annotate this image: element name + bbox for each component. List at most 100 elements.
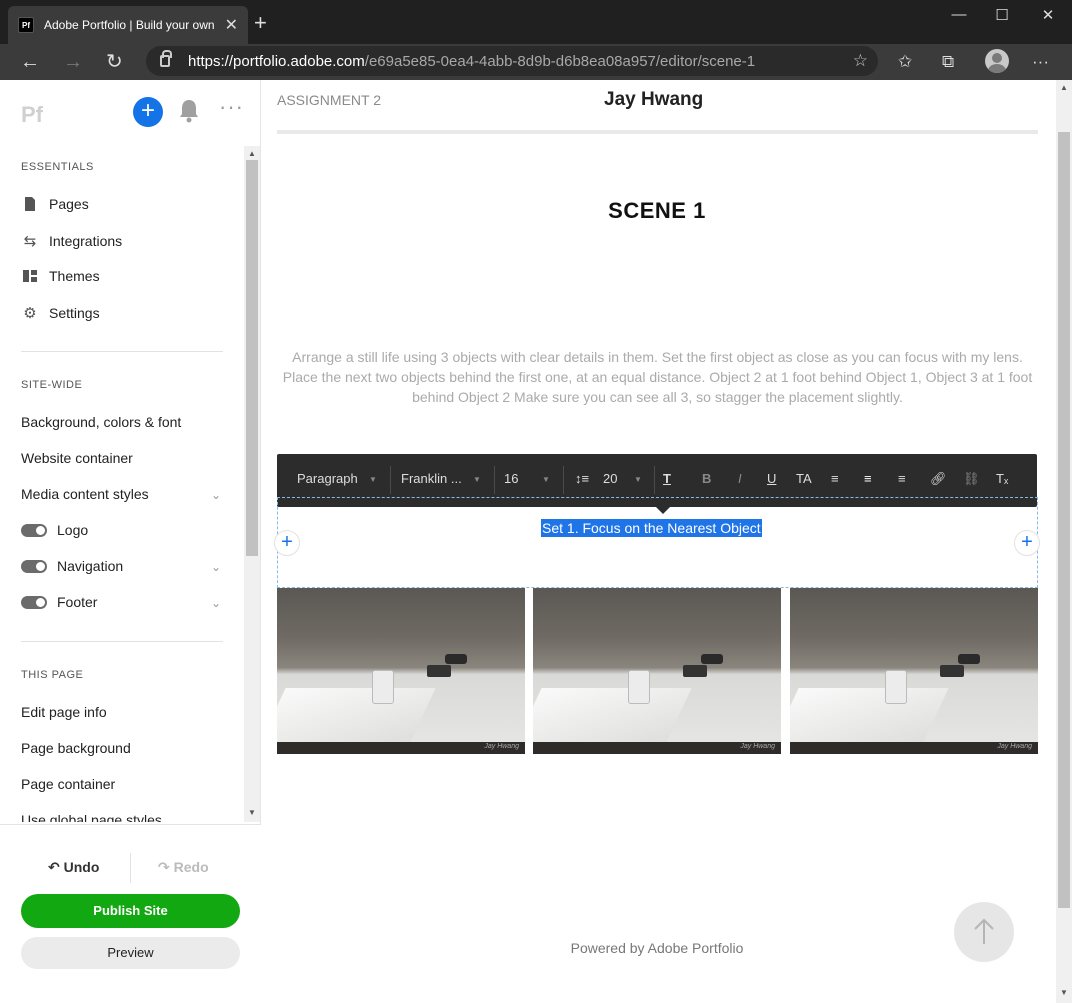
photo-object-3: [445, 654, 467, 664]
photo-object-3: [701, 654, 723, 664]
logo-toggle[interactable]: [21, 523, 47, 537]
new-tab-icon[interactable]: +: [254, 12, 267, 34]
sidebar-item-label: Footer: [57, 594, 98, 610]
scroll-down-icon[interactable]: ▼: [1060, 988, 1068, 997]
close-tab-icon[interactable]: ✕: [225, 15, 238, 35]
underline-icon[interactable]: U: [767, 471, 776, 486]
back-to-top-button[interactable]: [954, 902, 1014, 962]
navigation-toggle[interactable]: [21, 559, 47, 573]
sidebar-item-label: Edit page info: [21, 704, 107, 720]
align-right-icon[interactable]: ≡: [898, 471, 906, 486]
url-bar[interactable]: https://portfolio.adobe.com/e69a5e85-0ea…: [146, 46, 878, 76]
page-scrollbar-thumb[interactable]: [1058, 132, 1070, 908]
refresh-icon[interactable]: ↻: [106, 50, 123, 74]
site-title[interactable]: Jay Hwang: [604, 89, 703, 111]
gallery-photo-1[interactable]: Jay Hwang: [277, 588, 525, 754]
sidebar-item-settings[interactable]: ⚙ Settings: [21, 304, 99, 322]
photo-signature: Jay Hwang: [997, 743, 1032, 750]
sidebar-item-integrations[interactable]: ⇆ Integrations: [21, 232, 122, 250]
scroll-down-icon[interactable]: ▼: [248, 808, 256, 817]
undo-label: Undo: [63, 859, 100, 875]
sidebar-item-navigation[interactable]: Navigation: [21, 558, 123, 574]
photo-object-2: [427, 665, 451, 677]
footer-toggle[interactable]: [21, 595, 47, 609]
publish-site-button[interactable]: Publish Site: [21, 894, 240, 928]
gear-icon: ⚙: [23, 305, 37, 322]
preview-button[interactable]: Preview: [21, 937, 240, 969]
text-block-selection-outline: [277, 497, 1038, 588]
italic-icon[interactable]: I: [738, 471, 742, 486]
sidebar-item-page-container[interactable]: Page container: [21, 776, 115, 792]
selected-text-block[interactable]: Set 1. Focus on the Nearest Object: [541, 519, 762, 537]
close-window-icon[interactable]: ✕: [1025, 6, 1071, 24]
scroll-up-icon[interactable]: ▲: [248, 149, 256, 158]
minimize-icon[interactable]: —: [936, 6, 982, 23]
section-label-site-wide: SITE-WIDE: [21, 379, 83, 391]
sidebar-item-themes[interactable]: Themes: [21, 268, 100, 284]
toolbar-separator: [563, 466, 564, 494]
sidebar-item-use-global-page-styles[interactable]: Use global page styles: [21, 812, 162, 822]
chevron-down-icon[interactable]: ⌄: [211, 596, 221, 610]
browser-tab[interactable]: Pf Adobe Portfolio | Build your own pers…: [8, 6, 248, 44]
sidebar-item-label: Page background: [21, 740, 131, 756]
chevron-down-icon: ▼: [473, 475, 481, 484]
gallery-photo-3[interactable]: Jay Hwang: [790, 588, 1038, 754]
gallery-photo-2[interactable]: Jay Hwang: [533, 588, 781, 754]
sidebar-item-website-container[interactable]: Website container: [21, 450, 133, 466]
add-before-icon[interactable]: +: [274, 530, 300, 556]
sidebar-item-pages[interactable]: Pages: [21, 196, 89, 212]
clear-formatting-icon[interactable]: Tₓ: [996, 471, 1008, 486]
photo-signature: Jay Hwang: [740, 743, 775, 750]
section-label-essentials: ESSENTIALS: [21, 161, 94, 173]
sidebar-item-logo[interactable]: Logo: [21, 522, 88, 538]
add-after-icon[interactable]: +: [1014, 530, 1040, 556]
photo-object-3: [958, 654, 980, 664]
editor-canvas: ASSIGNMENT 2 Jay Hwang SCENE 1 Arrange a…: [262, 80, 1056, 1003]
chevron-down-icon[interactable]: ⌄: [211, 488, 221, 502]
bell-icon[interactable]: [178, 98, 200, 124]
text-color-icon[interactable]: T: [663, 471, 671, 486]
maximize-icon[interactable]: ☐: [979, 6, 1025, 24]
chevron-down-icon[interactable]: ⌄: [211, 560, 221, 574]
sidebar-item-footer[interactable]: Footer: [21, 594, 97, 610]
paragraph-style-dropdown[interactable]: Paragraph: [297, 471, 358, 486]
section-label-this-page: THIS PAGE: [21, 669, 84, 681]
line-height-dropdown[interactable]: 20: [603, 471, 617, 486]
more-options-icon[interactable]: ···: [219, 94, 244, 120]
browser-menu-icon[interactable]: ···: [1032, 52, 1049, 72]
align-center-icon[interactable]: ≡: [864, 471, 872, 486]
back-icon[interactable]: ←: [20, 50, 40, 74]
unlink-icon[interactable]: ⛓︎: [963, 471, 980, 487]
integrations-icon: ⇆: [23, 233, 37, 250]
redo-button[interactable]: ↷ Redo: [158, 859, 209, 876]
tab-title: Adobe Portfolio | Build your own persona…: [44, 18, 217, 32]
font-size-dropdown[interactable]: 16: [504, 471, 518, 486]
bold-icon[interactable]: B: [702, 471, 711, 486]
page-scrollbar[interactable]: ▲ ▼: [1056, 80, 1072, 1003]
sidebar-item-media-content-styles[interactable]: Media content styles: [21, 486, 149, 502]
collections-icon[interactable]: ⧉: [942, 52, 954, 72]
forward-icon[interactable]: →: [63, 50, 83, 74]
align-left-icon[interactable]: ≡: [831, 471, 839, 486]
profile-avatar-icon[interactable]: [985, 49, 1009, 73]
sidebar-item-page-background[interactable]: Page background: [21, 740, 131, 756]
add-content-button[interactable]: +: [133, 97, 163, 127]
sidebar-item-background-colors-font[interactable]: Background, colors & font: [21, 414, 181, 430]
sidebar-scrollbar[interactable]: ▲ ▼: [244, 146, 260, 822]
favorites-icon[interactable]: ✩: [898, 52, 912, 72]
footer-powered-by[interactable]: Powered by Adobe Portfolio: [262, 940, 1052, 956]
link-icon[interactable]: 🔗︎: [930, 471, 947, 487]
font-family-dropdown[interactable]: Franklin ...: [401, 471, 462, 486]
site-tagline[interactable]: ASSIGNMENT 2: [277, 92, 381, 108]
divider: [21, 351, 223, 352]
text-transform-icon[interactable]: TA: [796, 471, 812, 486]
browser-addressbar: ← → ↻ https://portfolio.adobe.com/e69a5e…: [0, 44, 1072, 80]
sidebar-item-edit-page-info[interactable]: Edit page info: [21, 704, 107, 720]
sidebar-item-label: Media content styles: [21, 486, 149, 502]
page-title[interactable]: SCENE 1: [262, 198, 1052, 224]
scroll-up-icon[interactable]: ▲: [1060, 83, 1068, 92]
sidebar-scrollbar-thumb[interactable]: [246, 160, 258, 556]
page-description[interactable]: Arrange a still life using 3 objects wit…: [277, 347, 1038, 407]
favorite-star-icon[interactable]: ☆: [853, 51, 868, 71]
undo-button[interactable]: ↶ Undo: [48, 859, 99, 876]
